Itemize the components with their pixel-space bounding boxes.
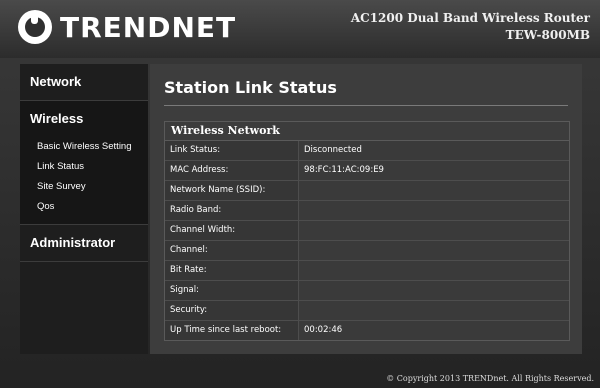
row-label: Up Time since last reboot:: [165, 321, 299, 340]
title-divider: [164, 105, 568, 106]
row-value: [299, 201, 569, 220]
main-content: Station Link Status Wireless Network Lin…: [150, 64, 582, 354]
row-label: Channel Width:: [165, 221, 299, 240]
row-value: [299, 281, 569, 300]
table-row: Channel Width:: [165, 221, 569, 241]
row-value: Disconnected: [299, 141, 569, 160]
trendnet-logo: TRENDNET: [18, 10, 236, 44]
sidebar-section-wireless: Wireless Basic Wireless Setting Link Sta…: [20, 101, 148, 225]
row-value: [299, 261, 569, 280]
row-label: Security:: [165, 301, 299, 320]
product-name: AC1200 Dual Band Wireless Router: [350, 11, 590, 25]
row-value: [299, 221, 569, 240]
table-row: Link Status: Disconnected: [165, 141, 569, 161]
row-label: Network Name (SSID):: [165, 181, 299, 200]
row-value: [299, 301, 569, 320]
row-value: 98:FC:11:AC:09:E9: [299, 161, 569, 180]
sidebar-item-qos[interactable]: Qos: [20, 197, 148, 217]
row-value: 00:02:46: [299, 321, 569, 340]
table-row: Signal:: [165, 281, 569, 301]
table-row: MAC Address: 98:FC:11:AC:09:E9: [165, 161, 569, 181]
table-row: Channel:: [165, 241, 569, 261]
row-label: Link Status:: [165, 141, 299, 160]
logo-text: TRENDNET: [60, 10, 237, 44]
sidebar-item-link-status[interactable]: Link Status: [20, 157, 148, 177]
row-value: [299, 181, 569, 200]
sidebar-item-network[interactable]: Network: [20, 64, 148, 101]
trendnet-logo-icon: [18, 10, 52, 44]
page-title: Station Link Status: [164, 78, 337, 97]
table-row: Security:: [165, 301, 569, 321]
sidebar-item-wireless[interactable]: Wireless: [20, 101, 148, 137]
table-row: Radio Band:: [165, 201, 569, 221]
table-row: Bit Rate:: [165, 261, 569, 281]
row-value: [299, 241, 569, 260]
sidebar-item-basic-wireless-setting[interactable]: Basic Wireless Setting: [20, 137, 148, 157]
product-info: AC1200 Dual Band Wireless Router TEW-800…: [351, 10, 590, 44]
copyright-footer: © Copyright 2013 TRENDnet. All Rights Re…: [386, 374, 594, 383]
table-row: Up Time since last reboot: 00:02:46: [165, 321, 569, 340]
row-label: Signal:: [165, 281, 299, 300]
row-label: Radio Band:: [165, 201, 299, 220]
router-admin-page: TRENDNET AC1200 Dual Band Wireless Route…: [0, 0, 600, 388]
row-label: Channel:: [165, 241, 299, 260]
sidebar-item-site-survey[interactable]: Site Survey: [20, 177, 148, 197]
row-label: Bit Rate:: [165, 261, 299, 280]
header: TRENDNET AC1200 Dual Band Wireless Route…: [0, 0, 600, 58]
table-row: Network Name (SSID):: [165, 181, 569, 201]
wireless-network-table: Wireless Network Link Status: Disconnect…: [164, 121, 570, 341]
sidebar: Network Wireless Basic Wireless Setting …: [20, 64, 148, 354]
table-title: Wireless Network: [165, 122, 569, 141]
sidebar-item-administrator[interactable]: Administrator: [20, 225, 148, 262]
product-model: TEW-800MB: [505, 28, 590, 42]
row-label: MAC Address:: [165, 161, 299, 180]
